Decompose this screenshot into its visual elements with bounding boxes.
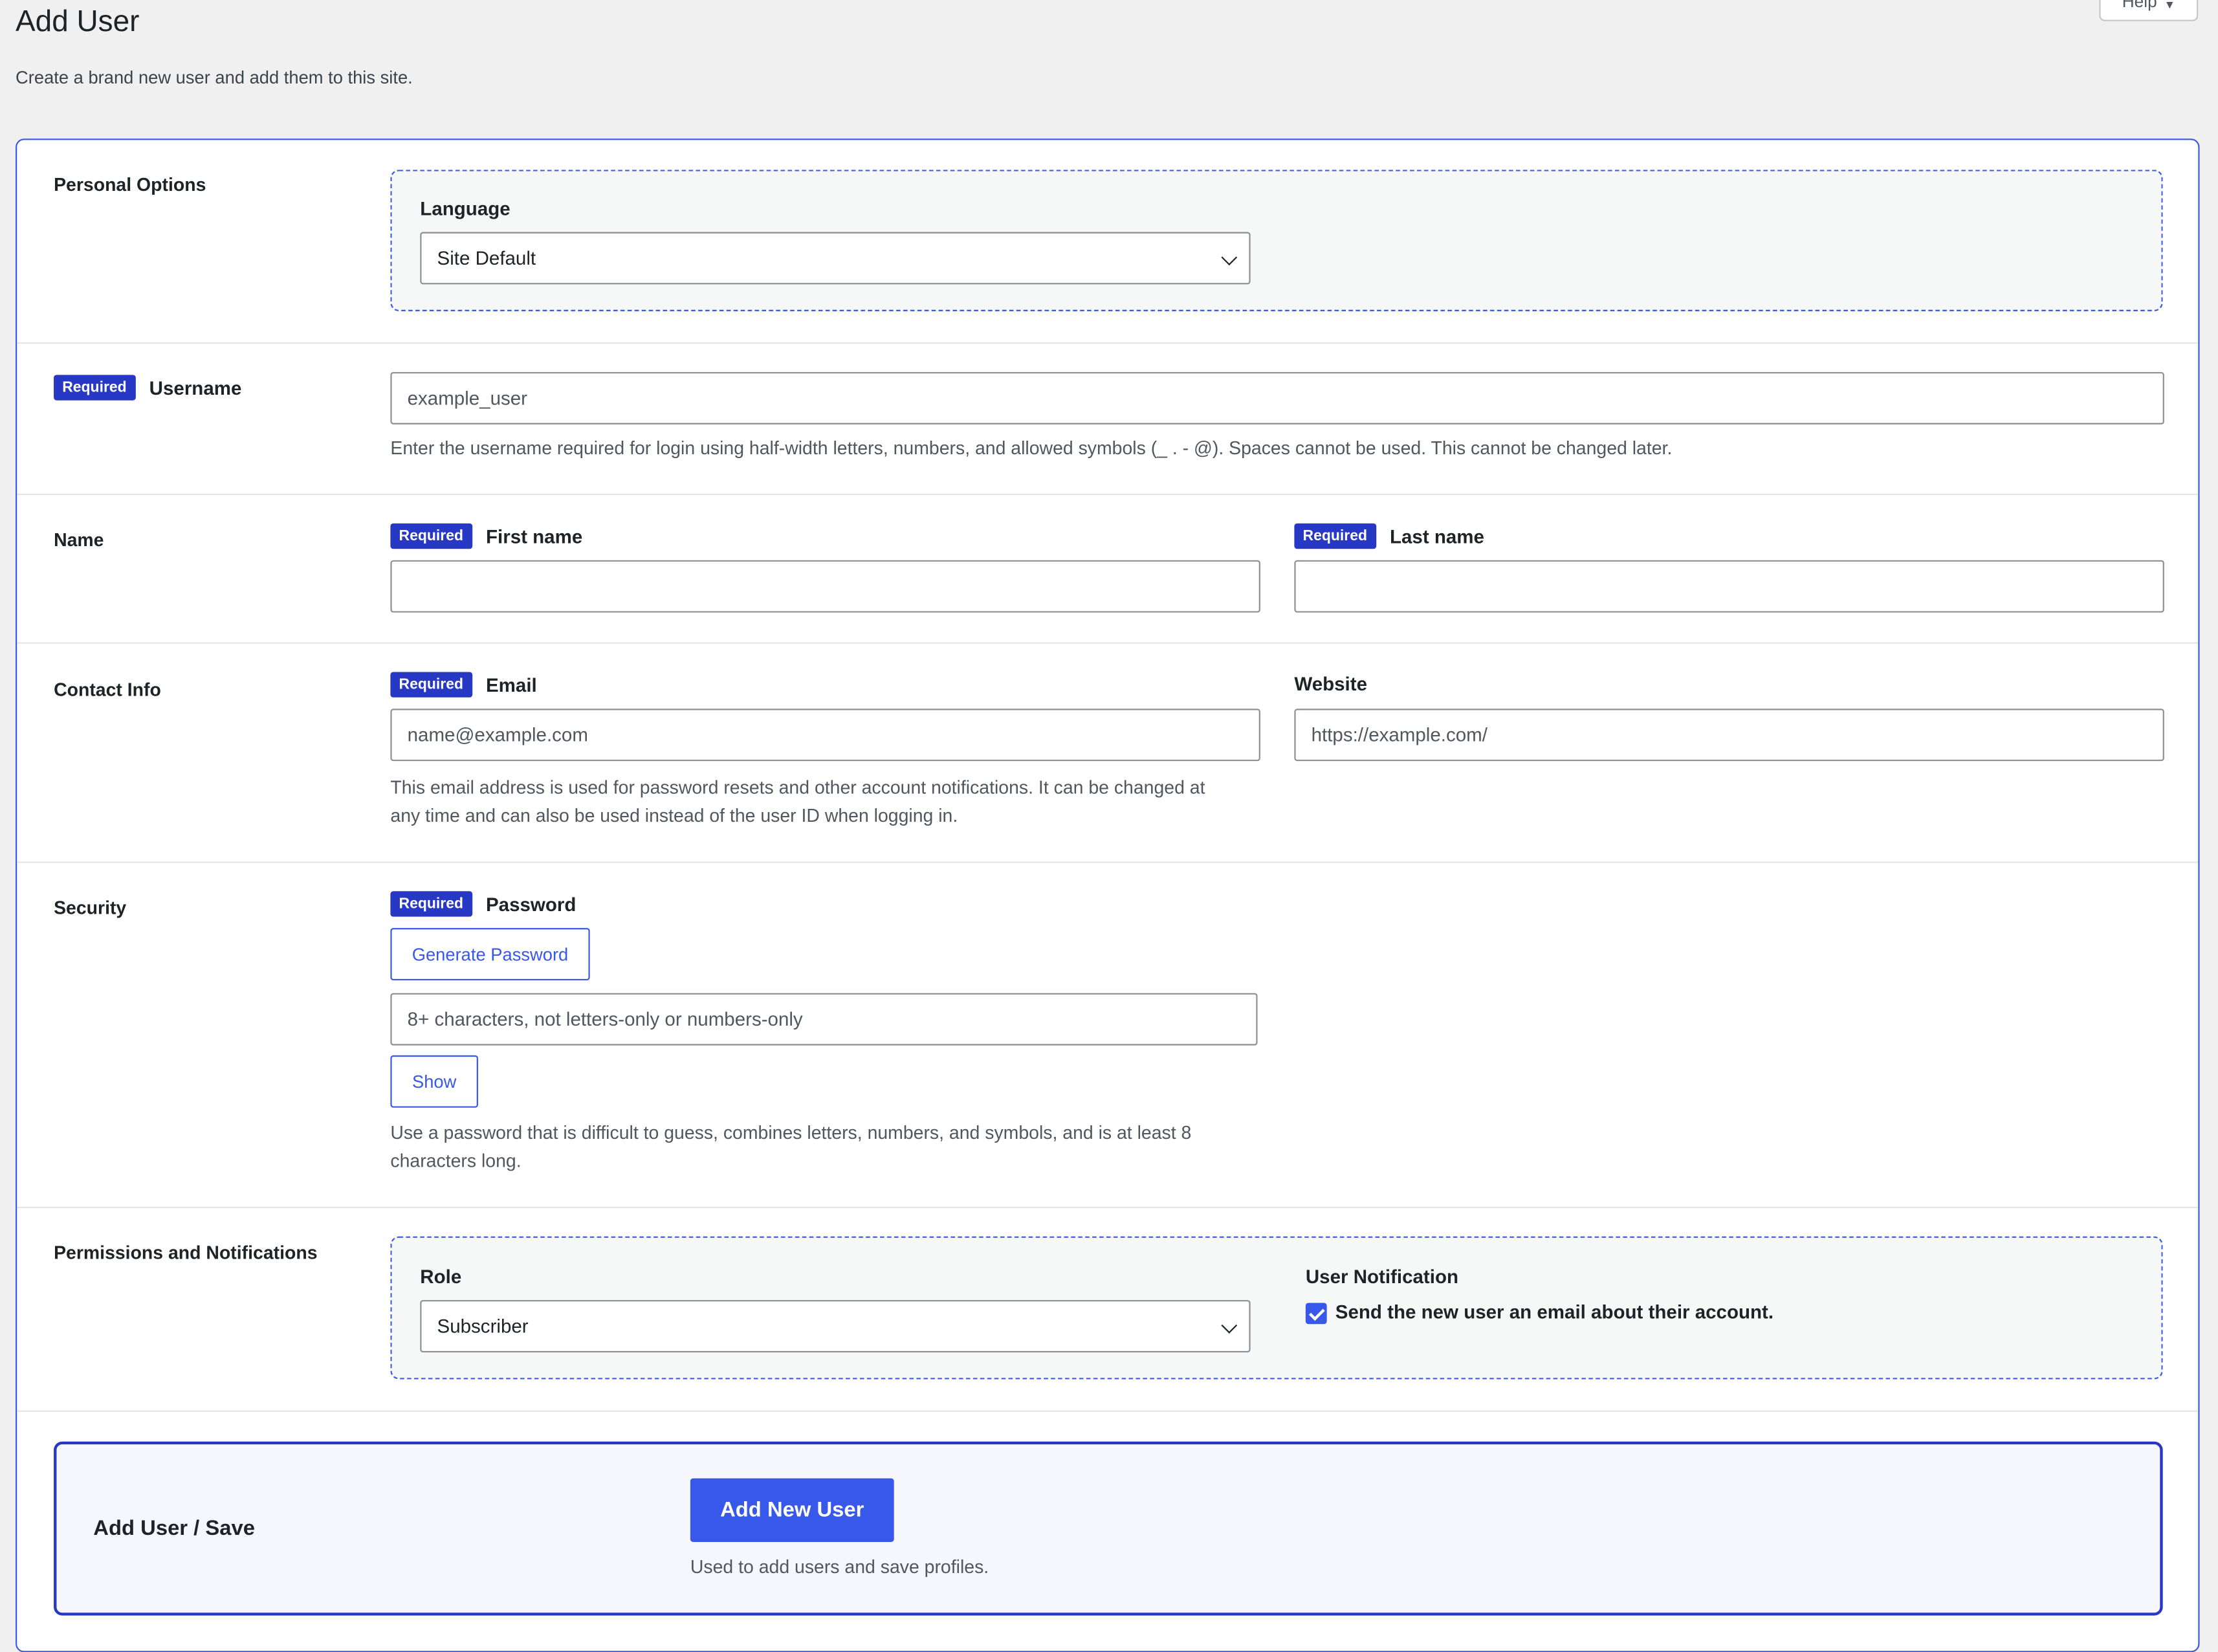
send-notification-text: Send the new user an email about their a…	[1335, 1301, 1774, 1323]
save-help-text: Used to add users and save profiles.	[690, 1556, 989, 1578]
role-label: Role	[420, 1266, 462, 1288]
password-help-text: Use a password that is difficult to gues…	[390, 1121, 1192, 1172]
language-select[interactable]: Site Default	[420, 232, 1251, 285]
language-label: Language	[420, 198, 511, 219]
first-name-label-group: Required First name	[390, 523, 582, 549]
password-placeholder: 8+ characters, not letters-only or numbe…	[407, 1008, 803, 1030]
chevron-down-icon	[1221, 249, 1238, 266]
name-section-label: Name	[54, 529, 104, 551]
save-panel-label: Add User / Save	[93, 1516, 255, 1541]
password-label-group: Required Password	[390, 891, 576, 917]
last-name-label: Last name	[1389, 525, 1484, 547]
contact-info-row: Contact Info Required Email name@example…	[17, 644, 2199, 863]
security-row: Security Required Password Generate Pass…	[17, 863, 2199, 1209]
caret-down-icon: ▼	[2164, 0, 2175, 12]
first-name-input[interactable]	[390, 560, 1260, 613]
user-notification-label: User Notification	[1305, 1266, 1459, 1288]
page-subtitle: Create a brand new user and add them to …	[16, 67, 413, 88]
show-password-button[interactable]: Show	[390, 1055, 478, 1108]
required-badge: Required	[390, 672, 472, 698]
language-select-value: Site Default	[437, 247, 536, 269]
personal-options-label: Personal Options	[54, 173, 206, 195]
email-input[interactable]: name@example.com	[390, 709, 1260, 762]
password-input[interactable]: 8+ characters, not letters-only or numbe…	[390, 993, 1258, 1046]
username-placeholder: example_user	[407, 388, 528, 409]
permissions-row: Permissions and Notifications Role Subsc…	[17, 1208, 2199, 1412]
personal-options-row: Personal Options Language Site Default	[17, 140, 2199, 344]
username-label-group: Required Username	[54, 375, 242, 401]
last-name-label-group: Required Last name	[1294, 523, 1484, 549]
required-badge: Required	[54, 375, 135, 401]
password-label: Password	[485, 893, 576, 915]
role-select[interactable]: Subscriber	[420, 1300, 1251, 1353]
role-select-value: Subscriber	[437, 1316, 529, 1337]
username-row: Required Username example_user Enter the…	[17, 344, 2199, 496]
username-help-text: Enter the username required for login us…	[390, 437, 1673, 459]
email-label: Email	[485, 674, 537, 696]
generate-password-button[interactable]: Generate Password	[390, 928, 590, 981]
contact-info-label: Contact Info	[54, 679, 161, 701]
email-label-group: Required Email	[390, 672, 537, 698]
send-notification-checkbox[interactable]	[1305, 1303, 1327, 1325]
help-tab-button[interactable]: Help ▼	[2099, 0, 2199, 21]
permissions-box: Role Subscriber User Notification Send t…	[390, 1236, 2163, 1380]
page-title: Add User	[16, 5, 140, 39]
first-name-label: First name	[485, 525, 583, 547]
website-input[interactable]: https://example.com/	[1294, 709, 2164, 762]
personal-options-box: Language Site Default	[390, 170, 2163, 311]
save-panel: Add User / Save Add New User Used to add…	[54, 1441, 2163, 1616]
required-badge: Required	[390, 891, 472, 917]
permissions-label: Permissions and Notifications	[54, 1242, 318, 1264]
email-help-text: This email address is used for password …	[390, 776, 1205, 826]
website-label: Website	[1294, 673, 1367, 695]
add-new-user-button[interactable]: Add New User	[690, 1478, 894, 1542]
security-label: Security	[54, 897, 127, 918]
required-badge: Required	[390, 523, 472, 549]
name-row: Name Required First name Required Last n…	[17, 495, 2199, 644]
email-placeholder: name@example.com	[407, 724, 588, 746]
required-badge: Required	[1294, 523, 1376, 549]
username-label: Username	[149, 377, 242, 399]
add-user-form: Personal Options Language Site Default R…	[16, 138, 2200, 1652]
website-placeholder: https://example.com/	[1311, 724, 1488, 746]
chevron-down-icon	[1221, 1317, 1238, 1334]
username-input[interactable]: example_user	[390, 371, 2164, 424]
last-name-input[interactable]	[1294, 560, 2164, 613]
help-tab-label: Help	[2122, 0, 2157, 12]
add-user-page: Add User Create a brand new user and add…	[0, 0, 2218, 1652]
